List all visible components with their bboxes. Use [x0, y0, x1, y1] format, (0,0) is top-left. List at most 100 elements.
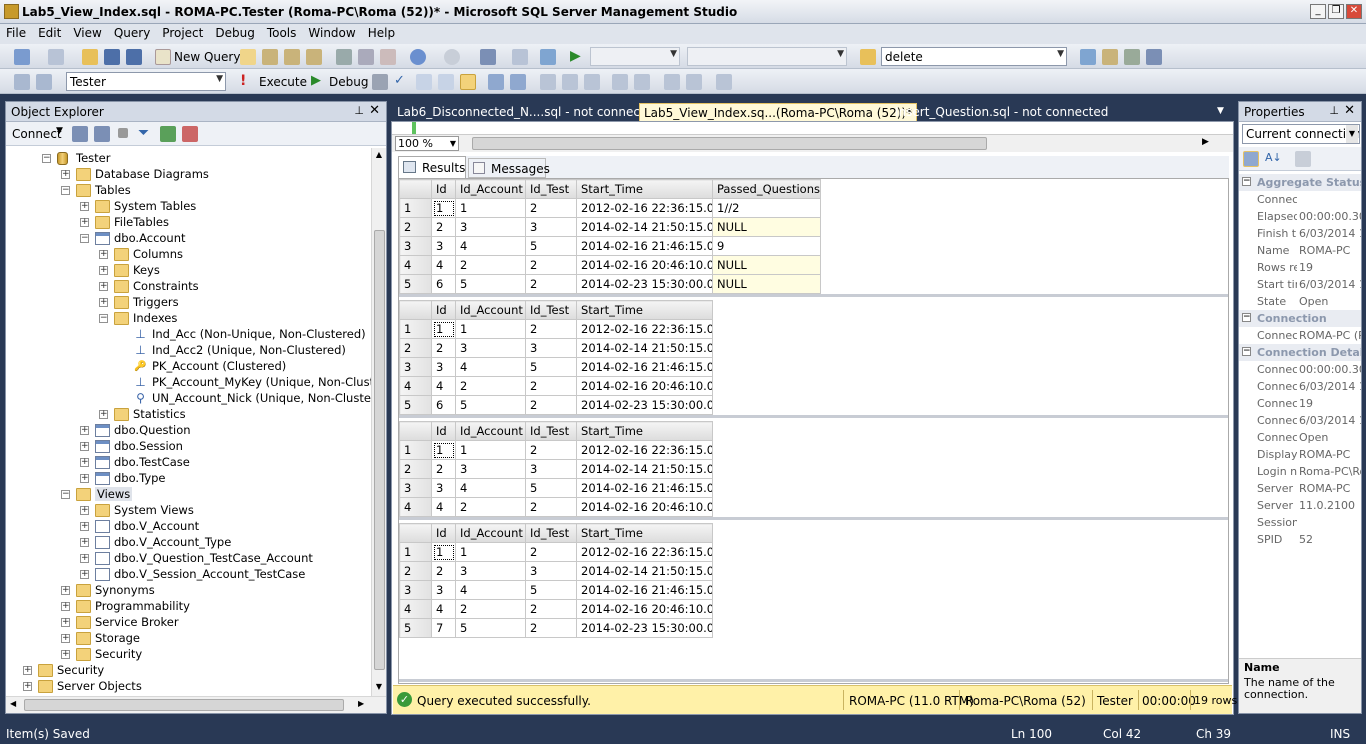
object-explorer-icon[interactable]: [1102, 49, 1118, 65]
grid-cell[interactable]: 2: [525, 395, 577, 415]
new-project-icon[interactable]: [14, 49, 30, 65]
grid-cell[interactable]: 2014-02-14 21:50:15.000: [576, 217, 713, 237]
zoom-combo[interactable]: 100 % ▼: [395, 136, 459, 151]
uncomment-icon[interactable]: [634, 74, 650, 90]
expand-icon[interactable]: +: [80, 442, 89, 451]
grid-cell[interactable]: 3: [455, 459, 526, 479]
chevron-down-icon[interactable]: ▼: [56, 126, 63, 136]
property-category[interactable]: −Connection Details: [1239, 344, 1361, 361]
menu-file[interactable]: File: [0, 24, 32, 40]
row-number[interactable]: 3: [399, 478, 432, 498]
grid-cell[interactable]: 2: [431, 561, 456, 581]
property-pages-icon[interactable]: [1295, 151, 1311, 167]
menu-help[interactable]: Help: [362, 24, 401, 40]
column-header[interactable]: Passed_Questions: [712, 179, 821, 199]
grid-cell[interactable]: 9: [712, 236, 821, 256]
property-row[interactable]: Session: [1239, 514, 1361, 531]
template-explorer-icon[interactable]: [1124, 49, 1140, 65]
grid-cell[interactable]: 4: [455, 357, 526, 377]
grid-cell[interactable]: 6: [431, 395, 456, 415]
grid-cell[interactable]: 5: [525, 236, 577, 256]
tree-node[interactable]: − dbo.Account: [6, 231, 371, 247]
grid-cell[interactable]: 5: [525, 357, 577, 377]
tree-node[interactable]: ⊥ Ind_Acc (Non-Unique, Non-Clustered): [6, 327, 371, 343]
row-number[interactable]: 2: [399, 459, 432, 479]
expand-icon[interactable]: +: [80, 426, 89, 435]
grid-cell[interactable]: 3: [525, 459, 577, 479]
tree-node[interactable]: + Constraints: [6, 279, 371, 295]
tree-node[interactable]: + dbo.Type: [6, 471, 371, 487]
pin-icon[interactable]: ⊥: [1329, 104, 1339, 117]
stop-icon[interactable]: [118, 128, 128, 138]
property-row[interactable]: Connect6/03/2014 1: [1239, 412, 1361, 429]
property-row[interactable]: Name ROMA-PC: [1239, 242, 1361, 259]
navigate-forward-icon[interactable]: [512, 49, 528, 65]
grid-cell[interactable]: 1: [455, 198, 526, 218]
row-number[interactable]: 3: [399, 236, 432, 256]
row-number[interactable]: 1: [399, 198, 432, 218]
table-row[interactable]: 44222014-02-16 20:46:10.000NULL: [399, 255, 821, 275]
tree-node[interactable]: − Tester: [6, 151, 371, 167]
grid-cell[interactable]: 2014-02-23 15:30:00.000: [576, 618, 713, 638]
expand-icon[interactable]: +: [23, 682, 32, 691]
property-row[interactable]: Login naRoma-PC\Ro: [1239, 463, 1361, 480]
tree-node[interactable]: + Server Objects: [6, 679, 371, 695]
table-row[interactable]: 22332014-02-14 21:50:15.000: [399, 338, 713, 358]
column-header[interactable]: Start_Time: [576, 523, 713, 543]
tree-node[interactable]: ⊥ Ind_Acc2 (Unique, Non-Clustered): [6, 343, 371, 359]
copy-icon[interactable]: [358, 49, 374, 65]
grid-cell[interactable]: 3: [431, 357, 456, 377]
paste-icon[interactable]: [380, 49, 396, 65]
cut-icon[interactable]: [336, 49, 352, 65]
column-header[interactable]: Id: [431, 421, 456, 441]
tree-node[interactable]: − Tables: [6, 183, 371, 199]
table-row[interactable]: 44222014-02-16 20:46:10.000: [399, 599, 713, 619]
grid-cell[interactable]: 2: [525, 497, 577, 517]
expand-icon[interactable]: +: [80, 570, 89, 579]
table-row[interactable]: 11122012-02-16 22:36:15.000: [399, 542, 713, 562]
grid-cell[interactable]: 1: [455, 319, 526, 339]
pin-icon[interactable]: ⊥: [354, 104, 364, 117]
tree-node[interactable]: 🔑 PK_Account (Clustered): [6, 359, 371, 375]
grid-cell[interactable]: 4: [455, 236, 526, 256]
expand-icon[interactable]: +: [99, 266, 108, 275]
grid-cell[interactable]: 2014-02-16 21:46:15.000: [576, 580, 713, 600]
redo-icon[interactable]: [444, 49, 460, 65]
table-row[interactable]: 11122012-02-16 22:36:15.0001//2: [399, 198, 821, 218]
scroll-down-icon[interactable]: ▼: [373, 682, 385, 694]
connect-object-explorer-icon[interactable]: [72, 126, 88, 142]
grid-cell[interactable]: 3: [525, 561, 577, 581]
grid-cell[interactable]: 5: [455, 395, 526, 415]
tree-node[interactable]: + dbo.V_Session_Account_TestCase: [6, 567, 371, 583]
grid-cell[interactable]: 2: [525, 599, 577, 619]
property-row[interactable]: Connect19: [1239, 395, 1361, 412]
save-icon[interactable]: [104, 49, 120, 65]
property-row[interactable]: Finish tim6/03/2014 1: [1239, 225, 1361, 242]
grid-cell[interactable]: 1//2: [712, 198, 821, 218]
grid-cell[interactable]: 3: [525, 217, 577, 237]
expand-icon[interactable]: +: [99, 410, 108, 419]
grid-cell[interactable]: 2014-02-16 20:46:10.000: [576, 599, 713, 619]
estimated-plan-icon[interactable]: [416, 74, 432, 90]
grid-cell[interactable]: 3: [431, 478, 456, 498]
grid-cell[interactable]: 2: [525, 319, 577, 339]
grid-cell[interactable]: 2: [455, 255, 526, 275]
grid-cell[interactable]: 2: [455, 497, 526, 517]
grid-cell[interactable]: 2014-02-14 21:50:15.000: [576, 459, 713, 479]
row-number[interactable]: 1: [399, 542, 432, 562]
results-tab[interactable]: Results: [398, 156, 466, 178]
row-number[interactable]: 5: [399, 274, 432, 294]
editor-hscroll-thumb[interactable]: [472, 137, 987, 150]
object-explorer-hscrollbar[interactable]: ◀ ▶: [6, 696, 386, 713]
results-to-file-icon[interactable]: [584, 74, 600, 90]
grid-cell[interactable]: 1: [455, 542, 526, 562]
select-all-corner[interactable]: [399, 300, 432, 320]
tab-insert-question[interactable]: Insert_Question.sql - not connected: [891, 103, 1112, 122]
grid-cell[interactable]: 5: [455, 618, 526, 638]
collapse-icon[interactable]: −: [1242, 177, 1251, 186]
grid-cell[interactable]: 2: [525, 255, 577, 275]
expand-icon[interactable]: +: [80, 218, 89, 227]
grid-cell[interactable]: 2: [525, 542, 577, 562]
undo-icon[interactable]: [410, 49, 426, 65]
property-row[interactable]: ConnectOpen: [1239, 429, 1361, 446]
